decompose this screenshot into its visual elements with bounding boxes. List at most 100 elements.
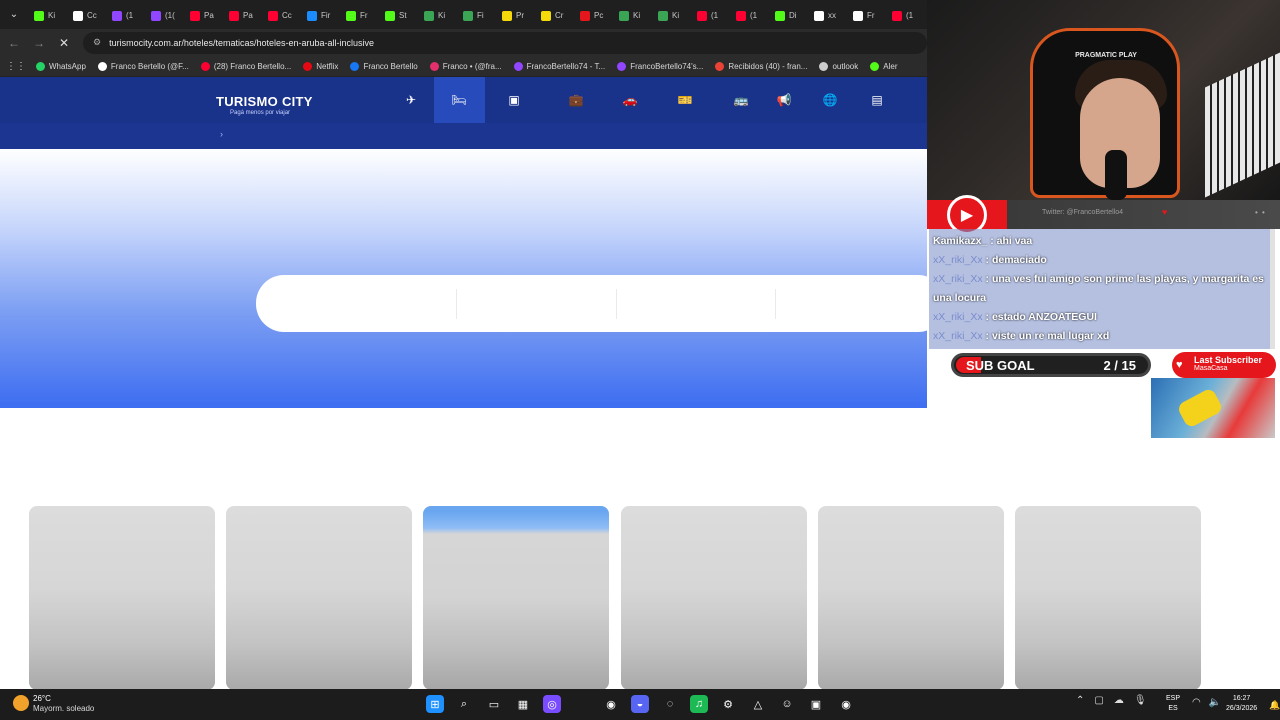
store-icon[interactable]: ▦ — [514, 695, 532, 713]
monitor-icon[interactable]: ▣ — [807, 695, 825, 713]
bookmark-item[interactable]: FrancoBertello74 - T... — [513, 61, 606, 71]
browser-tab[interactable]: Fr — [340, 5, 379, 27]
language-indicator[interactable]: ESP ES — [1166, 694, 1180, 714]
app-triangle-icon[interactable]: △ — [749, 695, 767, 713]
app-circle-icon[interactable]: ◎ — [543, 695, 561, 713]
browser-tab[interactable]: St — [379, 5, 418, 27]
bookmark-item[interactable]: (28) Franco Bertello... — [200, 61, 291, 71]
spotify-icon[interactable]: ♫ — [690, 695, 708, 713]
bookmark-item[interactable]: Franco • (@fra... — [429, 61, 502, 71]
browser-tab[interactable]: Fir — [301, 5, 340, 27]
stop-loading-icon[interactable]: ✕ — [53, 32, 75, 54]
twitter-handle: Twitter: @FrancoBertello4 — [1042, 209, 1124, 216]
browser-tab[interactable]: Cr — [535, 5, 574, 27]
steam-icon[interactable]: ⚙ — [719, 695, 737, 713]
browser-tab[interactable]: xx — [808, 5, 847, 27]
browser-tab[interactable]: Ki — [418, 5, 457, 27]
bookmark-item[interactable]: Aler — [870, 61, 898, 71]
browser-tab[interactable]: (1 — [730, 5, 769, 27]
browser-tab[interactable]: (1 — [106, 5, 145, 27]
browser-tab[interactable]: Pa — [223, 5, 262, 27]
discord-icon[interactable]: ◒ — [631, 695, 649, 713]
cloud-icon[interactable]: ☁ — [1114, 695, 1124, 706]
microphone-icon[interactable]: 🎙 — [1134, 695, 1147, 706]
hotel-card-placeholder[interactable] — [226, 506, 412, 690]
tab-label: Cc — [87, 11, 97, 20]
browser-tab[interactable]: Ki — [28, 5, 67, 27]
bookmark-favicon-icon — [200, 61, 210, 71]
tab-label: Fr — [360, 11, 368, 20]
apps-grid-icon[interactable]: ⋮⋮ — [6, 61, 26, 72]
bed-icon[interactable]: 🛏 — [434, 77, 484, 123]
bookmark-item[interactable]: Franco Bertello (@F... — [97, 61, 189, 71]
search-divider — [456, 289, 457, 319]
browser-tab[interactable]: Di — [769, 5, 808, 27]
search-icon[interactable]: ⌕ — [455, 695, 473, 713]
plane-icon[interactable]: ✈ — [386, 77, 436, 123]
site-logo[interactable]: TURISMO CITY Pagá menos por viajar — [216, 94, 313, 116]
tab-label: (1 — [126, 11, 134, 20]
browser-tab[interactable]: Ki — [652, 5, 691, 27]
document-icon[interactable]: ▤ — [852, 77, 902, 123]
weather-description[interactable]: Mayorm. soleado — [33, 704, 94, 713]
hotel-card-placeholder[interactable] — [423, 506, 609, 690]
browser-tab[interactable]: Pr — [496, 5, 535, 27]
bookmark-favicon-icon — [97, 61, 107, 71]
task-view-icon[interactable]: ▭ — [485, 695, 503, 713]
bookmark-favicon-icon — [617, 61, 627, 71]
back-arrow-icon[interactable]: ← — [3, 32, 25, 54]
bookmark-item[interactable]: Recibidos (40) - fran... — [715, 61, 807, 71]
chrome-icon[interactable]: ◉ — [602, 695, 620, 713]
suitcase-icon[interactable]: 💼 — [551, 77, 601, 123]
clock-time: 16:27 — [1232, 695, 1251, 702]
tray-app-icon[interactable]: ▢ — [1094, 695, 1103, 706]
car-icon[interactable]: 🚗 — [605, 77, 655, 123]
bookmark-item[interactable]: WhatsApp — [36, 61, 86, 71]
url-bar[interactable]: ⚙ turismocity.com.ar/hoteles/tematicas/h… — [83, 31, 927, 54]
browser-tab[interactable]: Cc — [262, 5, 301, 27]
language-top: ESP — [1166, 695, 1181, 702]
globe-icon[interactable]: 🌐 — [805, 77, 855, 123]
tray-quick-settings[interactable]: ◠ 🔈 — [1192, 697, 1221, 708]
bookmark-label: Aler — [883, 61, 898, 71]
chevron-up-icon[interactable]: ⌃ — [1076, 695, 1084, 706]
bookmark-item[interactable]: Netflix — [303, 61, 338, 71]
tab-label: Di — [789, 11, 797, 20]
breadcrumb[interactable]: › — [220, 129, 223, 139]
clock[interactable]: 16:27 26/3/2026 — [1226, 694, 1257, 714]
app-people-icon[interactable]: ☺ — [778, 695, 796, 713]
browser-tab[interactable]: Pa — [184, 5, 223, 27]
bookmark-item[interactable]: Franco Bertello — [350, 61, 418, 71]
obs-icon[interactable]: ◌ — [661, 695, 679, 713]
bookmark-item[interactable]: outlook — [819, 61, 858, 71]
forward-arrow-icon[interactable]: → — [28, 32, 50, 54]
tab-search-chevron-icon[interactable]: ⌄ — [0, 4, 28, 26]
browser-tab[interactable]: Fi — [457, 5, 496, 27]
ticket-icon[interactable]: 🎫 — [660, 77, 710, 123]
browser-tab[interactable]: Ki — [613, 5, 652, 27]
browser-tab[interactable]: Pc — [574, 5, 613, 27]
windows-start-icon[interactable]: ⊞ — [426, 695, 444, 713]
hotel-card-placeholder[interactable] — [1015, 506, 1201, 690]
sun-icon[interactable] — [13, 695, 29, 711]
browser-tab[interactable]: (1 — [691, 5, 730, 27]
hotel-card-placeholder[interactable] — [818, 506, 1004, 690]
notification-bell-icon[interactable]: 🔔 — [1269, 700, 1280, 711]
hotel-search-bar[interactable] — [256, 275, 946, 332]
chat-text: : ahi vaa — [987, 235, 1033, 247]
package-icon[interactable]: ▣ — [489, 77, 539, 123]
browser-tab[interactable]: Cc — [67, 5, 106, 27]
bookmark-item[interactable]: FrancoBertello74's... — [617, 61, 703, 71]
bookmark-label: FrancoBertello74 - T... — [526, 61, 606, 71]
weather-temperature[interactable]: 26°C — [33, 694, 51, 703]
site-info-icon[interactable]: ⚙ — [93, 37, 101, 48]
tab-label: Ki — [438, 11, 446, 20]
chrome-2-icon[interactable]: ◉ — [837, 695, 855, 713]
megaphone-icon[interactable]: 📢 — [759, 77, 809, 123]
tab-favicon-icon — [463, 10, 473, 21]
browser-tab[interactable]: Fr — [847, 5, 886, 27]
hotel-card-placeholder[interactable] — [621, 506, 807, 690]
browser-tab[interactable]: (1( — [145, 5, 184, 27]
browser-tab[interactable]: (1 — [886, 5, 925, 27]
hotel-card-placeholder[interactable] — [29, 506, 215, 690]
